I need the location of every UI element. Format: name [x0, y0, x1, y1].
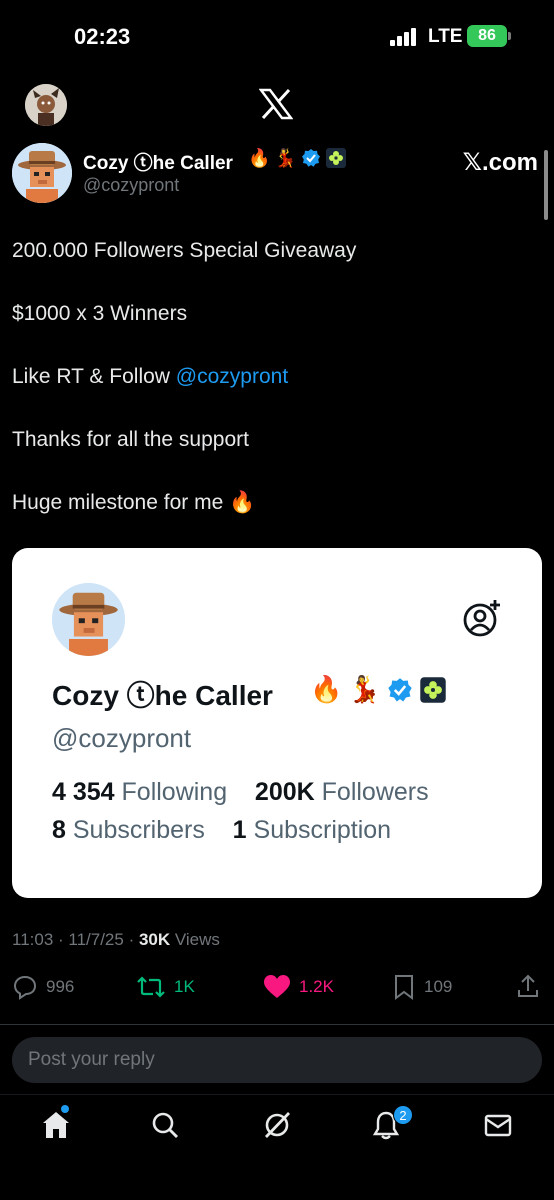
- verified-badge-icon: [388, 677, 412, 701]
- name-badges: 🔥 💃: [248, 147, 347, 169]
- tweet-text: 200.000 Followers Special Giveaway $1000…: [12, 236, 542, 551]
- divider: [0, 1024, 554, 1025]
- tweet-line: Like RT & Follow @cozypront: [12, 362, 542, 425]
- bookmark-button[interactable]: 109: [392, 970, 452, 1004]
- subscribers-label: Subscribers: [72, 816, 205, 844]
- status-time: 02:23: [74, 24, 131, 49]
- heart-icon: [264, 975, 290, 998]
- grok-icon: [264, 1112, 291, 1138]
- repost-button[interactable]: 1K: [136, 970, 195, 1004]
- tweet-timestamp[interactable]: 11:03 · 11/7/25 ·: [12, 930, 139, 949]
- followers-label: Followers: [321, 778, 429, 806]
- home-icon: [43, 1112, 69, 1138]
- like-button[interactable]: 1.2K: [263, 970, 334, 1004]
- reply-count: 996: [46, 977, 75, 996]
- followers-count: 200K: [254, 778, 315, 806]
- reply-box: [12, 1037, 542, 1083]
- card-handle: @cozypront: [52, 723, 192, 753]
- reply-button[interactable]: 996: [12, 970, 74, 1004]
- tweet-actions: 996 1K 1.2K 109: [0, 970, 554, 1004]
- reply-input[interactable]: [12, 1037, 542, 1083]
- subscribers-count: 8: [52, 816, 66, 844]
- home-new-indicator: [61, 1105, 69, 1113]
- tweet-line: Huge milestone for me 🔥: [12, 491, 256, 514]
- app-header: [0, 72, 554, 134]
- bottom-nav: 2: [0, 1094, 554, 1200]
- dancer-emoji-icon: 💃: [274, 147, 297, 168]
- battery-icon: 86: [467, 25, 507, 47]
- tweet-header: Cozy ⓣhe Caller 🔥 💃 @cozypront 𝕏.com: [12, 140, 542, 210]
- author-name[interactable]: Cozy ⓣhe Caller: [83, 148, 233, 175]
- nav-messages[interactable]: [482, 1109, 516, 1143]
- tweet-line-text: Like RT & Follow: [12, 365, 176, 388]
- user-avatar-icon[interactable]: [25, 84, 67, 126]
- card-name-badges: 🔥 💃: [310, 674, 447, 705]
- affiliate-badge-icon: [420, 676, 446, 703]
- nav-search[interactable]: [149, 1109, 183, 1143]
- follow-stats: 4 354 Following 200K Followers: [52, 778, 429, 807]
- card-avatar: [52, 583, 125, 656]
- nav-grok[interactable]: [261, 1109, 295, 1143]
- cellular-signal-icon: [390, 28, 420, 46]
- repost-icon: [137, 976, 165, 998]
- following-count: 4 354: [52, 778, 115, 806]
- dancer-emoji-icon: 💃: [348, 674, 381, 704]
- author-avatar[interactable]: [12, 143, 72, 203]
- search-icon: [152, 1112, 178, 1138]
- tweet-line: 200.000 Followers Special Giveaway: [12, 239, 357, 262]
- share-button[interactable]: [516, 970, 540, 1004]
- network-type: LTE: [428, 26, 463, 47]
- x-logo-icon: [259, 88, 293, 120]
- scrollbar[interactable]: [544, 150, 548, 220]
- bookmark-count: 109: [424, 977, 453, 996]
- tweet-line: $1000 x 3 Winners: [12, 302, 188, 325]
- card-display-name: Cozy ⓣhe Caller: [52, 680, 273, 711]
- battery-tip: [508, 32, 511, 40]
- following-label: Following: [121, 778, 228, 806]
- follow-user-icon: [463, 600, 500, 637]
- nav-home[interactable]: [40, 1109, 74, 1143]
- battery-level: 86: [478, 27, 496, 44]
- repost-count: 1K: [174, 977, 195, 996]
- tweet-line: Thanks for all the support: [12, 428, 249, 451]
- fire-emoji-icon: 🔥: [310, 674, 343, 704]
- tweet-meta: 11:03 · 11/7/25 · 30K Views: [12, 930, 220, 950]
- profile-card-image[interactable]: Cozy ⓣhe Caller 🔥 💃 @cozypront 4 354 Fol…: [12, 548, 542, 898]
- verified-badge-icon: [301, 149, 320, 167]
- mail-icon: [484, 1114, 512, 1137]
- mention-link[interactable]: @cozypront: [176, 365, 288, 388]
- author-handle[interactable]: @cozypront: [83, 175, 179, 196]
- reply-icon: [13, 975, 37, 1000]
- bookmark-icon: [395, 975, 413, 1000]
- status-bar: 02:23 LTE 86: [0, 0, 554, 72]
- share-icon: [518, 974, 538, 997]
- fire-emoji-icon: 🔥: [248, 147, 271, 168]
- views-label: Views: [170, 930, 220, 949]
- like-count: 1.2K: [299, 977, 334, 996]
- subscription-label: Subscription: [253, 816, 392, 844]
- affiliate-badge-icon: [325, 148, 346, 168]
- subscription-count: 1: [232, 816, 247, 844]
- source-label: 𝕏.com: [462, 149, 538, 176]
- views-count: 30K: [138, 930, 171, 949]
- subscription-stats: 8 Subscribers 1 Subscription: [52, 816, 391, 845]
- notifications-badge: 2: [393, 1105, 413, 1125]
